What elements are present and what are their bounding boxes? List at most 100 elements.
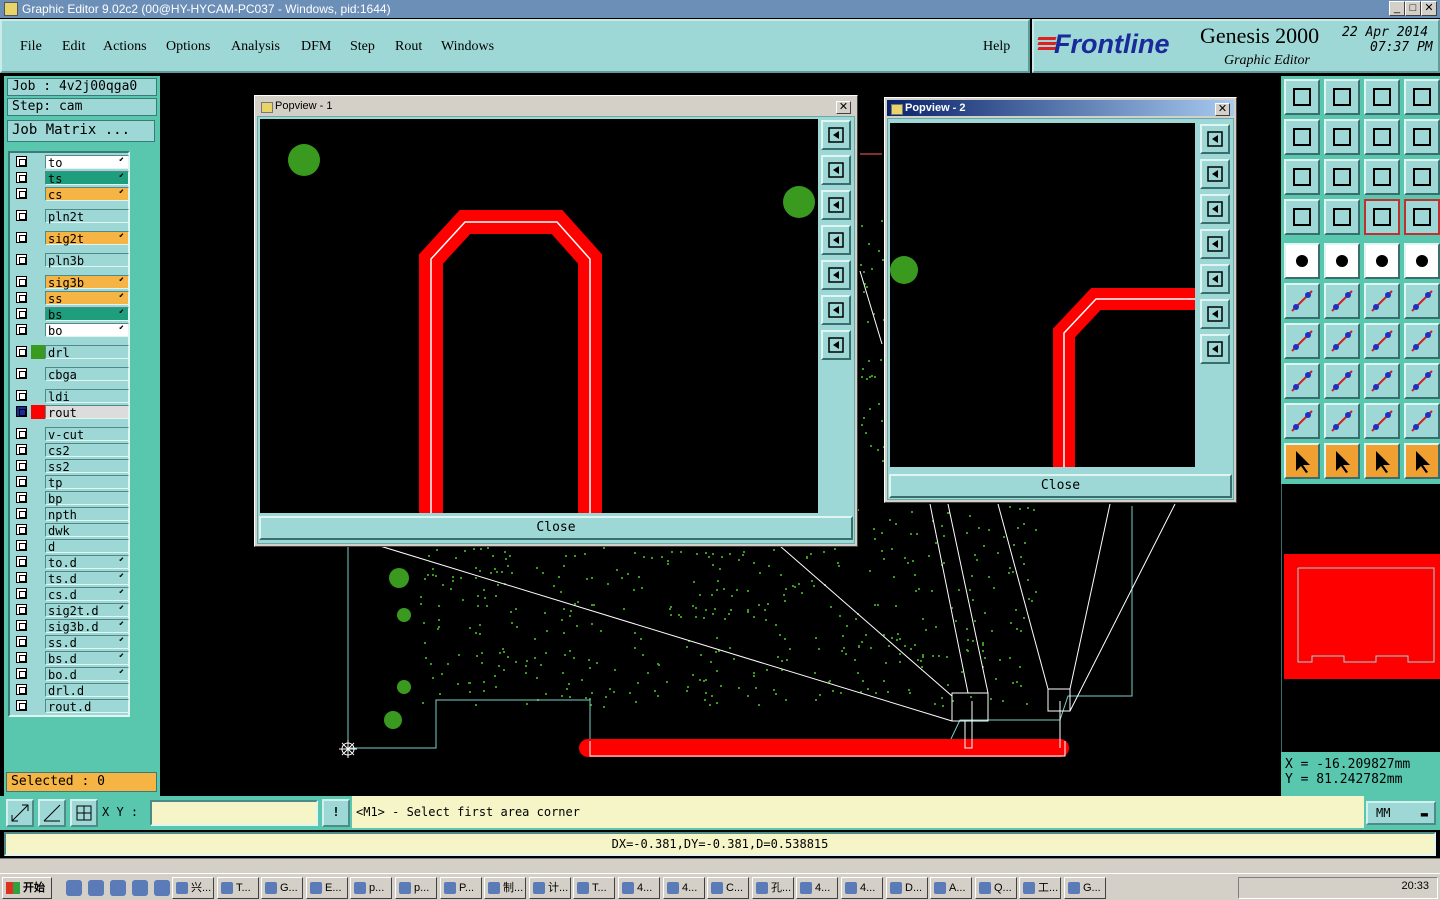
layer-checkbox[interactable] <box>16 324 27 335</box>
tool-button-icon[interactable] <box>1324 243 1360 279</box>
layer-row-to[interactable]: to ⬋ <box>12 155 130 170</box>
popview-tool-icon[interactable] <box>821 225 851 255</box>
quicklaunch-icon[interactable] <box>88 880 104 896</box>
tool-button-icon[interactable] <box>1284 283 1320 319</box>
tool-button-icon[interactable] <box>1404 79 1440 115</box>
layer-checkbox[interactable] <box>16 292 27 303</box>
tool-button-icon[interactable] <box>1364 403 1400 439</box>
layer-row-tp[interactable]: tp <box>12 475 130 490</box>
menu-file[interactable]: File <box>20 39 42 55</box>
taskbar-item[interactable]: 4... <box>841 877 883 899</box>
taskbar-item[interactable]: T... <box>573 877 615 899</box>
menu-options[interactable]: Options <box>166 39 210 55</box>
layer-row-npth[interactable]: npth <box>12 507 130 522</box>
layer-row-drl[interactable]: drl <box>12 345 130 360</box>
info-icon[interactable]: ! <box>322 799 350 827</box>
layer-row-sig2t[interactable]: sig2t ⬋ <box>12 231 130 246</box>
layer-checkbox[interactable] <box>16 254 27 265</box>
popview-2-canvas[interactable] <box>890 123 1195 467</box>
layer-checkbox[interactable] <box>16 172 27 183</box>
quicklaunch-icon[interactable] <box>66 880 82 896</box>
layer-checkbox[interactable] <box>16 604 27 615</box>
layer-name[interactable]: ss2 <box>45 459 129 474</box>
popview-1-close-button[interactable]: Close <box>259 516 853 540</box>
layer-row-ldi[interactable]: ldi <box>12 389 130 404</box>
layer-name[interactable]: pln3b <box>45 253 129 268</box>
layer-row-ts-d[interactable]: ts.d ⬋ <box>12 571 130 586</box>
popview-tool-icon[interactable] <box>1200 264 1230 294</box>
layer-row-d[interactable]: d <box>12 539 130 554</box>
layer-name[interactable]: to <box>45 155 129 170</box>
menu-analysis[interactable]: Analysis <box>231 39 280 55</box>
layer-row-cbga[interactable]: cbga <box>12 367 130 382</box>
layer-checkbox[interactable] <box>16 668 27 679</box>
tool-button-icon[interactable] <box>1364 363 1400 399</box>
taskbar-item[interactable]: 4... <box>796 877 838 899</box>
layer-checkbox[interactable] <box>16 368 27 379</box>
layer-checkbox[interactable] <box>16 476 27 487</box>
quicklaunch-icon[interactable] <box>132 880 148 896</box>
close-window-button[interactable]: ✕ <box>1421 1 1437 16</box>
menu-dfm[interactable]: DFM <box>301 39 331 55</box>
layer-checkbox[interactable] <box>16 460 27 471</box>
taskbar-item[interactable]: 计... <box>529 877 571 899</box>
layer-checkbox[interactable] <box>16 308 27 319</box>
popview-tool-icon[interactable] <box>1200 194 1230 224</box>
layer-name[interactable]: bo <box>45 323 129 338</box>
layer-name[interactable]: ts.d <box>45 571 129 586</box>
layer-name[interactable]: sig3b <box>45 275 129 290</box>
measure-icon[interactable] <box>38 799 66 827</box>
quicklaunch-icon[interactable] <box>154 880 170 896</box>
tool-button-icon[interactable] <box>1324 363 1360 399</box>
menu-edit[interactable]: Edit <box>62 39 85 55</box>
taskbar-item[interactable]: 4... <box>663 877 705 899</box>
layer-name[interactable]: bs.d <box>45 651 129 666</box>
layer-name[interactable]: cs2 <box>45 443 129 458</box>
layer-name[interactable]: tp <box>45 475 129 490</box>
tool-button-icon[interactable] <box>1404 283 1440 319</box>
layer-name[interactable]: bo.d <box>45 667 129 682</box>
grid-icon[interactable] <box>70 799 98 827</box>
layer-row-bs[interactable]: bs ⬋ <box>12 307 130 322</box>
taskbar-item[interactable]: 工... <box>1019 877 1061 899</box>
layer-row-ts[interactable]: ts ⬋ <box>12 171 130 186</box>
start-button[interactable]: 开始 <box>2 877 52 899</box>
popview-tool-icon[interactable] <box>1200 229 1230 259</box>
layer-name[interactable]: dwk <box>45 523 129 538</box>
popview-tool-icon[interactable] <box>1200 124 1230 154</box>
xy-input[interactable] <box>150 800 318 826</box>
layer-name[interactable]: rout <box>45 405 129 420</box>
tool-button-icon[interactable] <box>1324 403 1360 439</box>
layer-name[interactable]: sig2t.d <box>45 603 129 618</box>
tool-button-icon[interactable] <box>1404 443 1440 479</box>
layer-name[interactable]: drl.d <box>45 683 129 698</box>
tool-button-icon[interactable] <box>1324 323 1360 359</box>
layer-row-bo-d[interactable]: bo.d ⬋ <box>12 667 130 682</box>
layer-row-ss-d[interactable]: ss.d ⬋ <box>12 635 130 650</box>
layer-row-dwk[interactable]: dwk <box>12 523 130 538</box>
tool-button-icon[interactable] <box>1284 79 1320 115</box>
layer-name[interactable]: ss.d <box>45 635 129 650</box>
layer-row-v-cut[interactable]: v-cut <box>12 427 130 442</box>
tool-button-icon[interactable] <box>1364 199 1400 235</box>
taskbar-item[interactable]: 孔... <box>752 877 794 899</box>
layer-checkbox[interactable] <box>16 524 27 535</box>
layer-row-sig3b[interactable]: sig3b ⬋ <box>12 275 130 290</box>
taskbar-item[interactable]: 制... <box>484 877 526 899</box>
layer-list-scrollbar[interactable] <box>132 151 156 717</box>
tool-button-icon[interactable] <box>1364 443 1400 479</box>
layer-checkbox[interactable] <box>16 188 27 199</box>
popview-1-canvas[interactable] <box>260 119 818 513</box>
tool-button-icon[interactable] <box>1324 443 1360 479</box>
layer-row-ss2[interactable]: ss2 <box>12 459 130 474</box>
layer-checkbox[interactable] <box>16 210 27 221</box>
tool-button-icon[interactable] <box>1284 443 1320 479</box>
layer-row-rout[interactable]: rout <box>12 405 130 420</box>
layer-checkbox[interactable] <box>16 652 27 663</box>
layer-checkbox[interactable] <box>16 700 27 711</box>
layer-name[interactable]: bs <box>45 307 129 322</box>
layer-name[interactable]: drl <box>45 345 129 360</box>
layer-name[interactable]: d <box>45 539 129 554</box>
zoom-fit-icon[interactable] <box>6 799 34 827</box>
layer-row-pln2t[interactable]: pln2t <box>12 209 130 224</box>
